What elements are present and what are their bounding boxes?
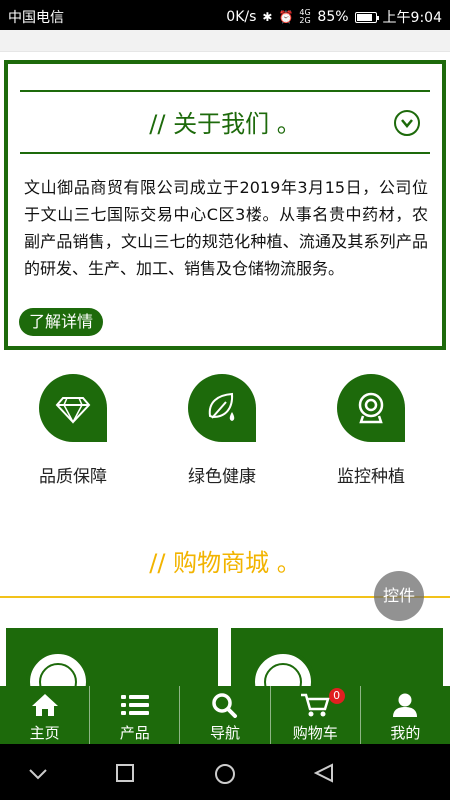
system-nav-bar <box>0 744 450 800</box>
status-right: 0K/s ✱ ⏰ 4G 2G 85% 上午9:04 <box>226 7 442 27</box>
signal-icon: 4G 2G <box>299 8 311 25</box>
leaf-drop-icon <box>188 374 256 442</box>
divider <box>20 152 430 154</box>
bluetooth-icon: ✱ <box>262 10 273 24</box>
battery-icon <box>354 11 379 23</box>
home-circle-icon[interactable] <box>214 763 236 785</box>
cart-badge: 0 <box>328 688 345 704</box>
feature-label: 绿色健康 <box>188 467 256 487</box>
webcam-icon <box>337 374 405 442</box>
feature-green-health[interactable]: 绿色健康 <box>162 374 282 487</box>
alarm-icon: ⏰ <box>278 10 294 24</box>
chevron-down-icon[interactable] <box>394 110 420 136</box>
nav-label: 我的 <box>390 724 421 742</box>
shop-title: // 购物商城 。 <box>149 549 301 577</box>
home-icon <box>31 694 58 716</box>
feature-label: 品质保障 <box>39 467 107 487</box>
learn-more-button[interactable]: 了解详情 <box>19 308 104 336</box>
bottom-nav: 主页 产品 导航 0 购物车 我的 <box>0 686 450 744</box>
divider <box>20 90 430 92</box>
recents-icon[interactable] <box>115 763 135 783</box>
nav-label: 导航 <box>210 724 241 742</box>
list-icon <box>120 695 149 715</box>
nav-cart[interactable]: 0 购物车 <box>271 686 361 744</box>
feature-label: 监控种植 <box>337 467 405 487</box>
nav-label: 产品 <box>119 724 150 742</box>
page-header-strip <box>0 30 450 52</box>
nav-navigation[interactable]: 导航 <box>180 686 271 744</box>
diamond-icon <box>39 374 107 442</box>
about-section: // 关于我们 。 文山御品商贸有限公司成立于2019年3月15日，公司位于文山… <box>4 60 446 350</box>
nav-label: 购物车 <box>292 724 338 742</box>
user-icon <box>393 693 418 717</box>
nav-home[interactable]: 主页 <box>0 686 91 744</box>
collapse-icon[interactable] <box>28 768 48 780</box>
nav-label: 主页 <box>29 724 60 742</box>
clock: 上午9:04 <box>382 10 442 26</box>
about-title: // 关于我们 。 <box>149 110 301 138</box>
nav-products[interactable]: 产品 <box>90 686 181 744</box>
status-bar: 中国电信 0K/s ✱ ⏰ 4G 2G 85% 上午9:04 <box>0 0 450 30</box>
about-description: 文山御品商贸有限公司成立于2019年3月15日，公司位于文山三七国际交易中心C区… <box>24 178 428 278</box>
back-icon[interactable] <box>314 763 334 783</box>
battery-percent: 85% <box>317 9 349 25</box>
carrier-name: 中国电信 <box>8 10 64 26</box>
feature-monitoring[interactable]: 监控种植 <box>311 374 431 487</box>
search-icon <box>212 693 237 718</box>
network-speed: 0K/s <box>226 9 257 25</box>
floating-control-button[interactable]: 控件 <box>374 571 424 621</box>
cart-icon <box>301 693 330 717</box>
feature-quality[interactable]: 品质保障 <box>13 374 133 487</box>
nav-profile[interactable]: 我的 <box>361 686 450 744</box>
